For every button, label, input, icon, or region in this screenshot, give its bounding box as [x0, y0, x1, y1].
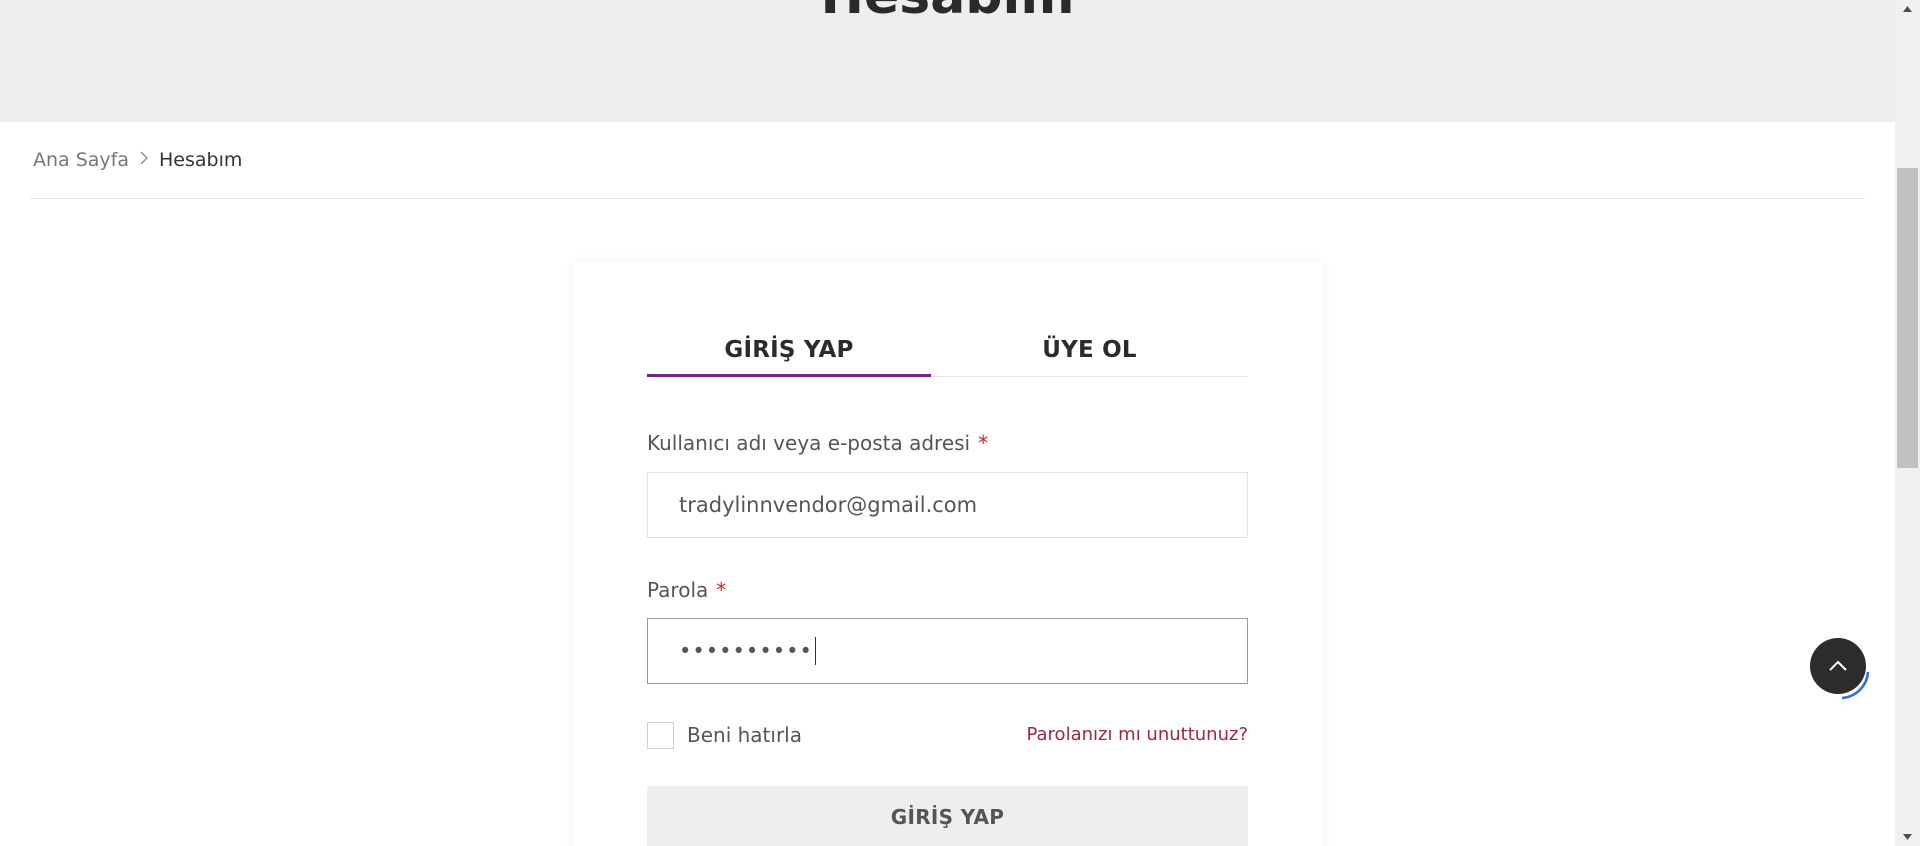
forgot-password-link[interactable]: Parolanızı mı unuttunuz? — [1026, 724, 1248, 745]
breadcrumb-current: Hesabım — [159, 149, 243, 171]
caret-up-icon — [1903, 6, 1912, 12]
breadcrumb-home-link[interactable]: Ana Sayfa — [33, 149, 129, 171]
remember-me: Beni hatırla — [647, 720, 802, 750]
tab-register[interactable]: ÜYE OL — [931, 324, 1248, 376]
scrollbar-thumb[interactable] — [1897, 168, 1918, 468]
password-value: •••••••••• — [679, 639, 813, 663]
breadcrumb: Ana Sayfa Hesabım — [33, 146, 242, 174]
password-label: Parola * — [647, 578, 726, 602]
page-hero: Hesabım — [0, 0, 1895, 122]
required-mark: * — [978, 431, 989, 455]
remember-label: Beni hatırla — [687, 723, 802, 747]
required-mark: * — [716, 578, 727, 602]
divider — [30, 198, 1865, 199]
active-tab-indicator — [647, 374, 931, 377]
chevron-up-icon — [1829, 660, 1847, 671]
scroll-up-arrow[interactable] — [1895, 0, 1920, 18]
page: Hesabım Ana Sayfa Hesabım GİRİŞ YAP ÜYE … — [0, 0, 1895, 846]
scroll-down-arrow[interactable] — [1895, 828, 1920, 846]
page-title: Hesabım — [0, 0, 1895, 26]
chevron-right-icon — [139, 150, 149, 170]
back-to-top-button[interactable] — [1810, 638, 1866, 694]
password-input[interactable]: •••••••••• — [647, 618, 1248, 684]
remember-checkbox[interactable] — [647, 721, 674, 749]
login-submit-button[interactable]: GİRİŞ YAP — [647, 786, 1248, 846]
username-input[interactable]: tradylinnvendor@gmail.com — [647, 472, 1248, 538]
password-label-text: Parola — [647, 578, 709, 602]
username-value: tradylinnvendor@gmail.com — [679, 493, 978, 517]
tab-login[interactable]: GİRİŞ YAP — [647, 324, 931, 376]
username-label: Kullanıcı adı veya e-posta adresi * — [647, 431, 988, 455]
text-caret — [814, 637, 816, 665]
login-card: GİRİŞ YAP ÜYE OL Kullanıcı adı veya e-po… — [573, 262, 1323, 846]
caret-down-icon — [1903, 834, 1912, 840]
username-label-text: Kullanıcı adı veya e-posta adresi — [647, 431, 971, 455]
